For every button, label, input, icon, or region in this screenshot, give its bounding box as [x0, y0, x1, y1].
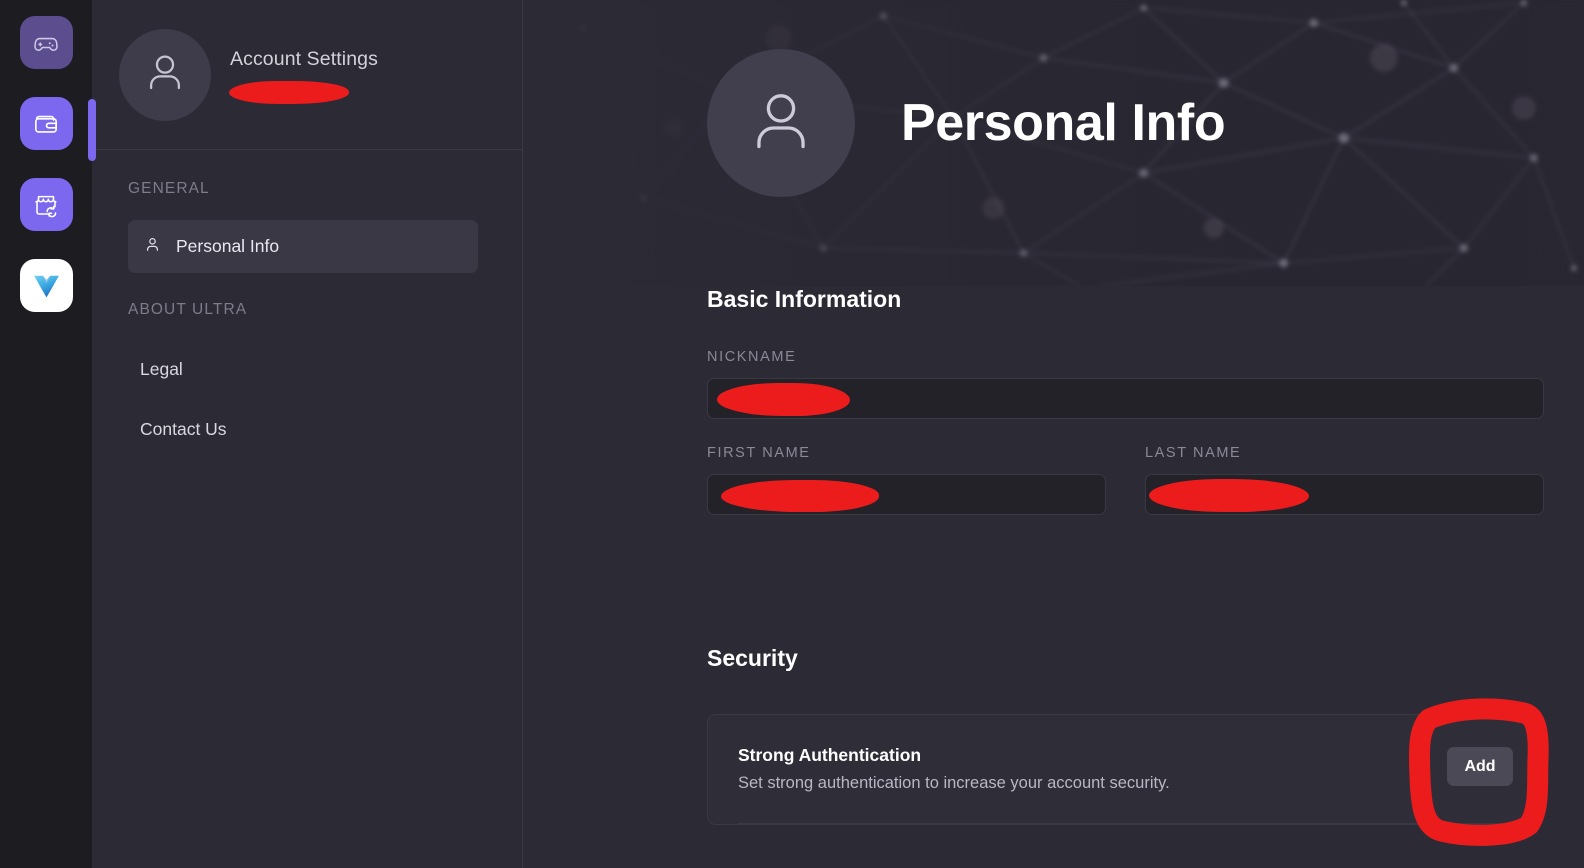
- ultra-logo-icon: [30, 269, 63, 302]
- rail-item-marketplace[interactable]: [19, 178, 73, 231]
- last-name-label: LAST NAME: [1145, 445, 1242, 461]
- nickname-redaction: [717, 383, 850, 416]
- security-heading: Security: [707, 645, 798, 671]
- hero-title: Personal Info: [901, 94, 1226, 152]
- rail-item-ultra-logo[interactable]: [19, 259, 73, 312]
- nickname-input[interactable]: [707, 378, 1544, 419]
- rail-item-wallet[interactable]: [19, 97, 73, 150]
- last-name-field: LAST NAME: [1145, 445, 1544, 515]
- user-avatar-icon: [139, 46, 191, 103]
- sidebar-item-label: Personal Info: [176, 236, 280, 256]
- sidebar-item-contact-us[interactable]: Contact Us: [92, 409, 522, 449]
- user-avatar-icon: [739, 79, 823, 168]
- sidebar-header: Account Settings: [92, 0, 522, 150]
- last-name-input[interactable]: [1145, 474, 1544, 515]
- app-icon-rail: [0, 0, 92, 868]
- rail-active-indicator: [88, 99, 96, 161]
- account-settings-app: Account Settings GENERAL Personal Info A…: [0, 0, 1584, 868]
- page-title: Account Settings: [230, 47, 378, 70]
- sidebar-username-redaction: [229, 80, 349, 104]
- page-hero: Personal Info: [523, 0, 1584, 286]
- strong-authentication-title: Strong Authentication: [738, 745, 922, 765]
- settings-sidebar: Account Settings GENERAL Personal Info A…: [92, 0, 523, 868]
- nickname-field: NICKNAME: [707, 349, 1544, 419]
- gamepad-icon: [32, 29, 60, 57]
- main-content: Personal Info Basic Information NICKNAME…: [523, 0, 1584, 868]
- sidebar-nav: GENERAL Personal Info ABOUT ULTRA Legal …: [92, 150, 522, 449]
- first-name-input[interactable]: [707, 474, 1106, 515]
- wallet-icon: [32, 110, 60, 138]
- strong-authentication-description: Set strong authentication to increase yo…: [738, 774, 1170, 792]
- last-name-redaction: [1149, 479, 1309, 512]
- avatar[interactable]: [119, 28, 211, 121]
- nickname-label: NICKNAME: [707, 349, 797, 365]
- rail-item-games[interactable]: [19, 16, 73, 69]
- card-divider: [738, 823, 1513, 824]
- settings-content: Basic Information NICKNAME FIRST NAME LA…: [523, 286, 1584, 825]
- nav-section-about-label: ABOUT ULTRA: [128, 301, 248, 318]
- nav-section-general-label: GENERAL: [128, 180, 210, 197]
- first-name-redaction: [721, 480, 879, 512]
- sidebar-item-personal-info[interactable]: Personal Info: [128, 220, 478, 273]
- security-card: Strong Authentication Set strong authent…: [707, 714, 1544, 825]
- basic-information-heading: Basic Information: [707, 286, 902, 312]
- user-icon: [143, 235, 162, 259]
- sidebar-item-legal[interactable]: Legal: [92, 349, 522, 389]
- add-button[interactable]: Add: [1447, 747, 1513, 786]
- profile-avatar[interactable]: [707, 49, 855, 197]
- first-name-label: FIRST NAME: [707, 445, 811, 461]
- first-name-field: FIRST NAME: [707, 445, 1106, 515]
- storefront-resale-icon: [32, 191, 60, 219]
